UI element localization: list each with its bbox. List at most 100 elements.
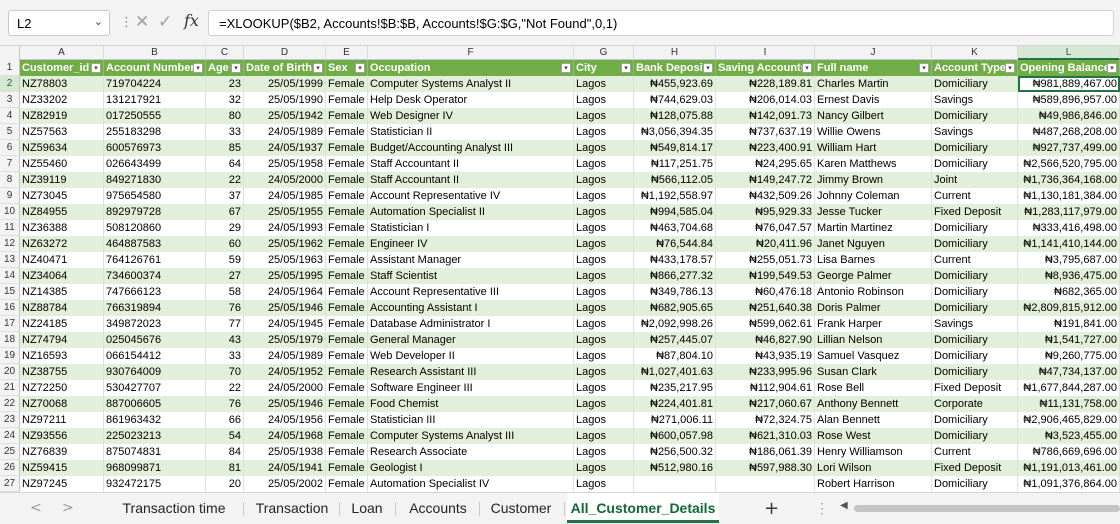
row-number[interactable]: 3 [0,92,20,108]
cell-d[interactable]: 24/05/1989 [244,124,326,140]
cell-i[interactable]: ₦95,929.33 [716,204,815,220]
cell-c[interactable]: 23 [206,76,244,92]
cell-k[interactable]: Domiciliary [932,364,1018,380]
cell-a[interactable]: NZ70068 [20,396,104,412]
cell-j[interactable]: Ernest Davis [815,92,932,108]
cell-i[interactable]: ₦142,091.73 [716,108,815,124]
row-number[interactable]: 16 [0,300,20,316]
cell-a[interactable]: NZ36388 [20,220,104,236]
cell-h[interactable]: ₦566,112.05 [634,172,716,188]
cell-b[interactable]: 225023213 [104,428,206,444]
cell-k[interactable]: Domiciliary [932,236,1018,252]
cell-b[interactable]: 349872023 [104,316,206,332]
formula-input[interactable]: =XLOOKUP($B2, Accounts!$B:$B, Accounts!$… [208,10,1114,36]
cell-g[interactable]: Lagos [574,444,634,460]
cell-h[interactable]: ₦256,500.32 [634,444,716,460]
cell-e[interactable]: Female [326,444,368,460]
cell-a[interactable]: NZ76839 [20,444,104,460]
cell-c[interactable]: 32 [206,92,244,108]
cell-k[interactable]: Domiciliary [932,332,1018,348]
cell-i[interactable]: ₦43,935.19 [716,348,815,364]
cell-d[interactable]: 24/05/1952 [244,364,326,380]
cell-l[interactable]: ₦1,191,013,461.00 [1018,460,1120,476]
cancel-icon[interactable]: ✕ [135,12,149,32]
cell-c[interactable]: 66 [206,412,244,428]
cell-k[interactable]: Domiciliary [932,428,1018,444]
cell-l[interactable]: ₦1,283,117,979.00 [1018,204,1120,220]
cell-l[interactable]: ₦2,566,520,795.00 [1018,156,1120,172]
row-number[interactable]: 25 [0,444,20,460]
cell-c[interactable]: 37 [206,188,244,204]
cell-c[interactable]: 54 [206,428,244,444]
cell-a[interactable]: NZ73045 [20,188,104,204]
cell-g[interactable]: Lagos [574,92,634,108]
cell-i[interactable]: ₦20,411.96 [716,236,815,252]
header-cell[interactable]: Occupation [368,60,574,76]
filter-dropdown-icon[interactable]: ▾ [561,63,571,73]
cell-b[interactable]: 849271830 [104,172,206,188]
cell-f[interactable]: Automation Specialist IV [368,476,574,492]
prev-sheet-icon[interactable]: < [30,500,42,516]
cell-f[interactable]: Software Engineer III [368,380,574,396]
header-cell[interactable]: Opening Balance [1018,60,1120,76]
cell-b[interactable]: 530427707 [104,380,206,396]
cell-k[interactable]: Current [932,188,1018,204]
cell-a[interactable]: NZ93556 [20,428,104,444]
cell-c[interactable]: 80 [206,108,244,124]
cell-g[interactable]: Lagos [574,204,634,220]
cell-j[interactable]: Susan Clark [815,364,932,380]
cell-a[interactable]: NZ97245 [20,476,104,492]
cell-j[interactable]: Doris Palmer [815,300,932,316]
filter-dropdown-icon[interactable]: ▾ [355,63,365,73]
column-header-j[interactable]: J [815,46,932,60]
cell-l[interactable]: ₦1,541,727.00 [1018,332,1120,348]
cell-a[interactable]: NZ55460 [20,156,104,172]
cell-i[interactable]: ₦76,047.57 [716,220,815,236]
cell-f[interactable]: Statistician III [368,412,574,428]
cell-e[interactable]: Female [326,236,368,252]
cell-k[interactable]: Domiciliary [932,476,1018,492]
cell-i[interactable] [716,476,815,492]
insert-function-icon[interactable]: fx [184,11,199,30]
cell-g[interactable]: Lagos [574,108,634,124]
column-header-k[interactable]: K [932,46,1018,60]
cell-c[interactable]: 76 [206,396,244,412]
cell-l[interactable]: ₦2,809,815,912.00 [1018,300,1120,316]
cell-e[interactable]: Female [326,92,368,108]
cell-f[interactable]: Account Representative III [368,284,574,300]
cell-b[interactable]: 017250555 [104,108,206,124]
scroll-left-icon[interactable]: ◀ [840,500,848,511]
cell-e[interactable]: Female [326,140,368,156]
cell-a[interactable]: NZ57563 [20,124,104,140]
row-number[interactable]: 20 [0,364,20,380]
row-number[interactable]: 4 [0,108,20,124]
cell-c[interactable]: 59 [206,252,244,268]
cell-j[interactable]: Robert Harrison [815,476,932,492]
cell-c[interactable]: 64 [206,156,244,172]
cell-h[interactable]: ₦455,923.69 [634,76,716,92]
cell-k[interactable]: Current [932,444,1018,460]
cell-h[interactable]: ₦2,092,998.26 [634,316,716,332]
row-number[interactable]: 13 [0,252,20,268]
cell-k[interactable]: Savings [932,92,1018,108]
filter-dropdown-icon[interactable]: ▾ [1107,63,1117,73]
row-number[interactable]: 1 [0,60,20,76]
cell-f[interactable]: Computer Systems Analyst II [368,76,574,92]
cell-i[interactable]: ₦233,995.96 [716,364,815,380]
row-number[interactable]: 14 [0,268,20,284]
select-all-corner[interactable] [0,46,20,60]
cell-e[interactable]: Female [326,252,368,268]
cell-l[interactable]: ₦1,736,364,168.00 [1018,172,1120,188]
cell-f[interactable]: Web Developer II [368,348,574,364]
row-number[interactable]: 5 [0,124,20,140]
row-number[interactable]: 11 [0,220,20,236]
cell-d[interactable]: 24/05/1985 [244,188,326,204]
cell-k[interactable]: Corporate [932,396,1018,412]
sheet-tab[interactable]: Customer [482,493,560,523]
cell-b[interactable]: 734600374 [104,268,206,284]
cell-k[interactable]: Fixed Deposit [932,380,1018,396]
cell-e[interactable]: Female [326,300,368,316]
cell-i[interactable]: ₦186,061.39 [716,444,815,460]
cell-j[interactable]: Antonio Robinson [815,284,932,300]
cell-g[interactable]: Lagos [574,396,634,412]
